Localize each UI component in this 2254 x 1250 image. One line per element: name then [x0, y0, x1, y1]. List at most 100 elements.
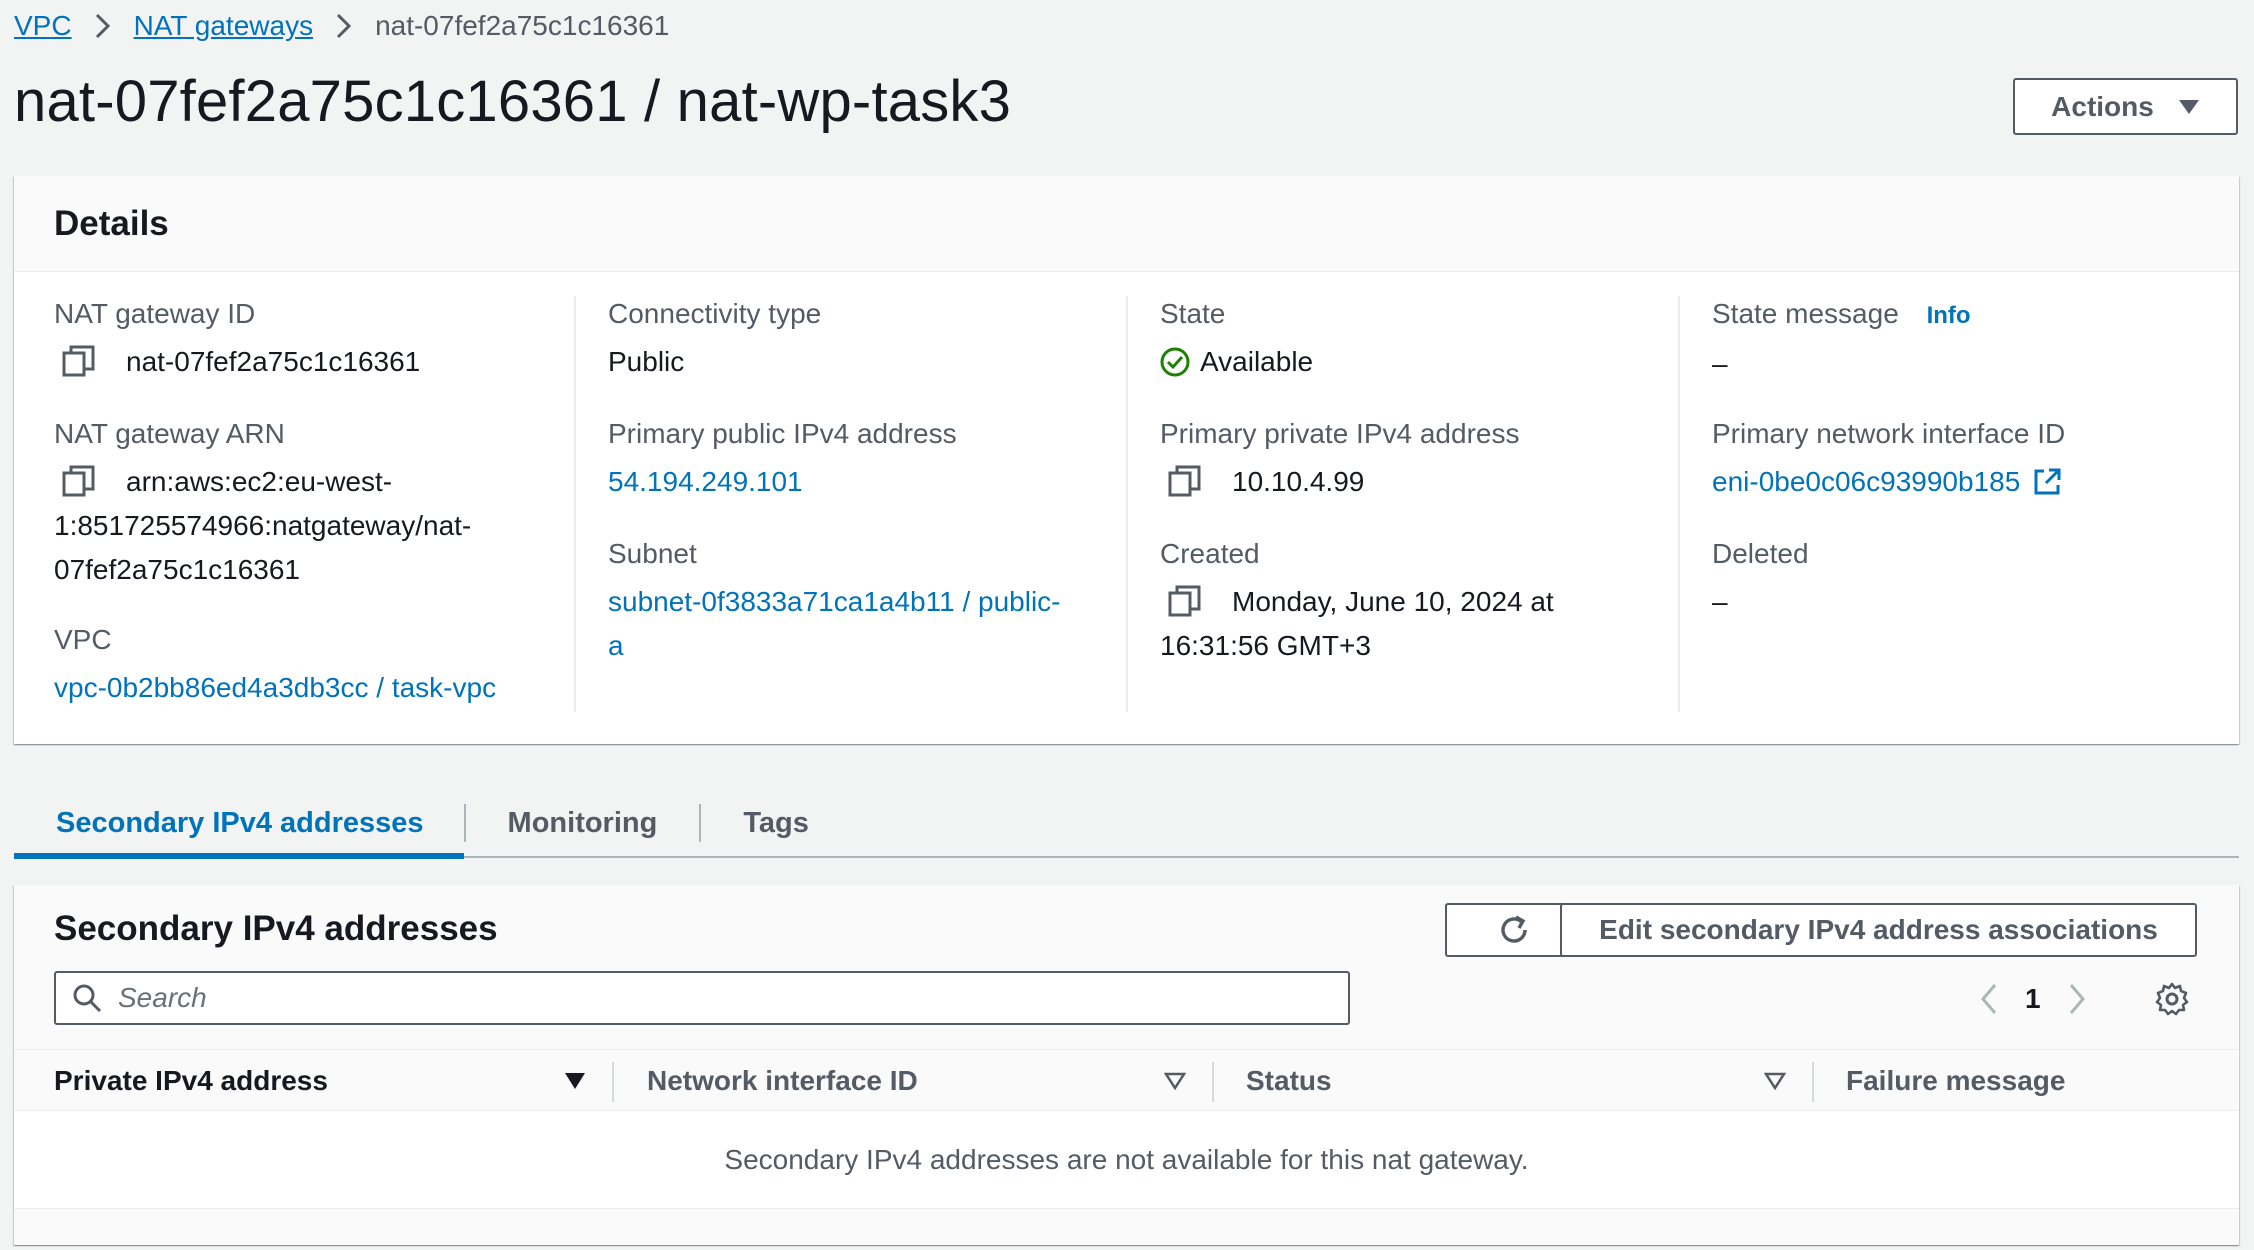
primary-private-ip-row: 10.10.4.99	[1160, 460, 1680, 504]
copy-icon[interactable]	[1168, 464, 1202, 498]
secondary-ipv4-title: Secondary IPv4 addresses	[54, 909, 498, 948]
primary-private-ip-field: Primary private IPv4 address 10.10.4.99	[1160, 416, 1680, 504]
state-label: State	[1160, 298, 1226, 329]
nat-gateway-id-row: nat-07fef2a75c1c16361	[54, 340, 574, 384]
column-header-private-ipv4[interactable]: Private IPv4 address	[54, 1050, 328, 1112]
copy-icon[interactable]	[1168, 584, 1202, 618]
created-line-1: Monday, June 10, 2024 at	[1232, 586, 1554, 617]
tab-tags[interactable]: Tags	[701, 790, 851, 856]
primary-eni-link[interactable]: eni-0be0c06c93990b185	[1712, 460, 2232, 504]
created-value: Monday, June 10, 2024 at 16:31:56 GMT+3	[1160, 580, 1680, 668]
column-divider	[1812, 1062, 1814, 1102]
external-link-icon	[2034, 468, 2061, 495]
chevron-right-icon[interactable]	[2067, 983, 2087, 1015]
state-message-label: State message	[1712, 298, 1899, 329]
vpc-link[interactable]: vpc-0b2bb86ed4a3db3cc / task-vpc	[54, 666, 574, 710]
connectivity-type-label: Connectivity type	[608, 298, 822, 329]
column-header-label: Status	[1246, 1065, 1332, 1096]
details-column-3: State Available Primary private IPv4 add…	[1160, 296, 1680, 712]
created-line-2: 16:31:56 GMT+3	[1160, 630, 1371, 661]
column-header-network-interface-id[interactable]: Network interface ID	[647, 1050, 918, 1112]
deleted-field: Deleted –	[1712, 536, 2232, 624]
primary-eni-value: eni-0be0c06c93990b185	[1712, 466, 2021, 497]
refresh-icon	[1501, 915, 1527, 943]
details-title: Details	[54, 203, 169, 243]
gear-icon[interactable]	[2154, 981, 2190, 1017]
nat-gateway-arn-field: NAT gateway ARN arn:aws:ec2:eu-west- 1:8…	[54, 416, 574, 592]
caret-down-icon	[2178, 99, 2199, 114]
check-circle-icon	[1160, 347, 1190, 377]
column-header-label: Private IPv4 address	[54, 1065, 328, 1096]
state-value-text: Available	[1200, 346, 1314, 377]
actions-button[interactable]: Actions	[2013, 78, 2238, 135]
column-divider	[1126, 296, 1128, 712]
created-label: Created	[1160, 538, 1260, 569]
connectivity-type-value: Public	[608, 346, 685, 377]
search-icon	[73, 984, 102, 1013]
breadcrumb-vpc-link[interactable]: VPC	[14, 10, 72, 42]
details-grid: NAT gateway ID nat-07fef2a75c1c16361 NAT…	[14, 296, 2239, 716]
page-title: nat-07fef2a75c1c16361 / nat-wp-task3	[14, 69, 1012, 134]
page-number[interactable]: 1	[2025, 983, 2041, 1015]
details-panel: Details NAT gateway ID nat-07fef2a75c1c1…	[14, 176, 2239, 744]
tab-bar: Secondary IPv4 addresses Monitoring Tags	[14, 790, 2239, 859]
actions-button-label: Actions	[2051, 90, 2154, 122]
nat-gateway-arn-line-2: 1:851725574966:natgateway/nat-	[54, 510, 472, 541]
subnet-field: Subnet subnet-0f3833a71ca1a4b11 / public…	[608, 536, 1128, 668]
breadcrumb: VPC NAT gateways nat-07fef2a75c1c16361	[14, 6, 669, 46]
created-row: Monday, June 10, 2024 at	[1160, 580, 1680, 624]
chevron-right-icon	[94, 13, 112, 39]
details-column-1: NAT gateway ID nat-07fef2a75c1c16361 NAT…	[54, 296, 574, 712]
chevron-left-icon[interactable]	[1979, 983, 1999, 1015]
primary-private-ip-label: Primary private IPv4 address	[1160, 418, 1520, 449]
breadcrumb-nat-gateways-link[interactable]: NAT gateways	[134, 10, 313, 42]
sort-caret-icon[interactable]	[564, 1072, 586, 1090]
column-divider	[1212, 1062, 1214, 1102]
column-divider	[574, 296, 576, 712]
details-column-4: State message Info – Primary network int…	[1712, 296, 2212, 712]
primary-public-ip-link[interactable]: 54.194.249.101	[608, 460, 1128, 504]
sort-caret-icon[interactable]	[1164, 1072, 1186, 1090]
vpc-field: VPC vpc-0b2bb86ed4a3db3cc / task-vpc	[54, 622, 574, 710]
primary-eni-label: Primary network interface ID	[1712, 418, 2066, 449]
state-value: Available	[1160, 340, 1680, 384]
sort-caret-icon[interactable]	[1764, 1072, 1786, 1090]
connectivity-type-field: Connectivity type Public	[608, 296, 1128, 384]
copy-icon[interactable]	[62, 464, 96, 498]
info-link[interactable]: Info	[1927, 302, 1971, 329]
nat-gateway-arn-line-1: arn:aws:ec2:eu-west-	[126, 466, 393, 497]
subnet-link[interactable]: subnet-0f3833a71ca1a4b11 / public- a	[608, 580, 1128, 668]
primary-public-ip-field: Primary public IPv4 address 54.194.249.1…	[608, 416, 1128, 504]
column-header-failure-message: Failure message	[1846, 1050, 2065, 1112]
tab-monitoring[interactable]: Monitoring	[466, 790, 700, 856]
column-header-label: Network interface ID	[647, 1065, 918, 1096]
subnet-label: Subnet	[608, 538, 697, 569]
table-header: Private IPv4 address Network interface I…	[14, 1049, 2239, 1111]
details-column-2: Connectivity type Public Primary public …	[608, 296, 1128, 712]
pagination: 1	[1979, 977, 2087, 1021]
column-header-status[interactable]: Status	[1246, 1050, 1332, 1112]
deleted-label: Deleted	[1712, 538, 1809, 569]
search-input[interactable]	[118, 982, 1318, 1014]
column-divider	[1678, 296, 1680, 712]
nat-gateway-id-field: NAT gateway ID nat-07fef2a75c1c16361	[54, 296, 574, 384]
search-box[interactable]	[54, 971, 1350, 1025]
tab-secondary-ipv4[interactable]: Secondary IPv4 addresses	[14, 790, 464, 859]
state-message-value: –	[1712, 348, 1728, 379]
copy-icon[interactable]	[62, 344, 96, 378]
edit-secondary-ipv4-associations-button[interactable]: Edit secondary IPv4 address associations	[1560, 903, 2197, 957]
breadcrumb-current: nat-07fef2a75c1c16361	[375, 10, 670, 41]
state-message-field: State message Info –	[1712, 296, 2232, 386]
nat-gateway-arn-label: NAT gateway ARN	[54, 418, 285, 449]
nat-gateway-arn-row: arn:aws:ec2:eu-west-	[54, 460, 574, 504]
vpc-label: VPC	[54, 624, 112, 655]
nat-gateway-detail-page: VPC NAT gateways nat-07fef2a75c1c16361 n…	[0, 0, 2254, 1250]
empty-message: Secondary IPv4 addresses are not availab…	[724, 1143, 1529, 1175]
nat-gateway-arn-value: arn:aws:ec2:eu-west- 1:851725574966:natg…	[54, 460, 574, 592]
column-divider	[612, 1062, 614, 1102]
subnet-link-line-1: subnet-0f3833a71ca1a4b11 / public-	[608, 586, 1061, 617]
primary-private-ip-value: 10.10.4.99	[1232, 466, 1365, 497]
table-empty-state: Secondary IPv4 addresses are not availab…	[14, 1111, 2239, 1209]
nat-gateway-id-value: nat-07fef2a75c1c16361	[126, 346, 421, 377]
created-field: Created Monday, June 10, 2024 at 16:31:5…	[1160, 536, 1680, 668]
